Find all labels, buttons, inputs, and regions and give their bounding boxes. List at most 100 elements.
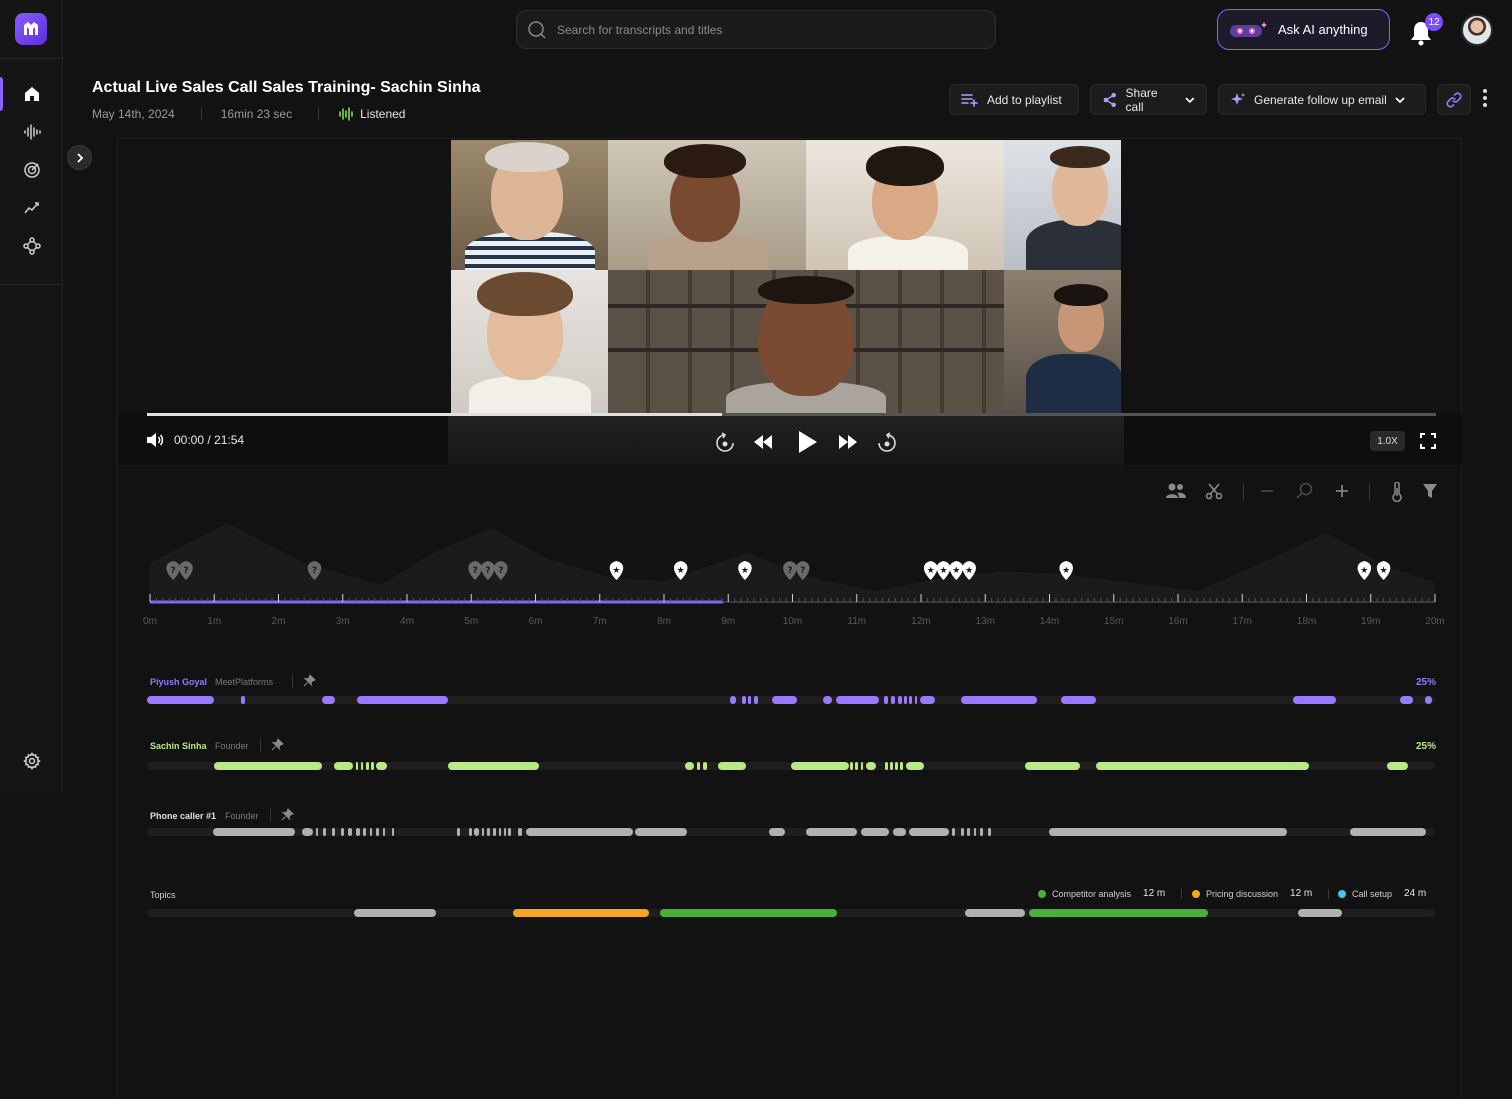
talk-segment[interactable] (333, 762, 354, 770)
topic-legend-item[interactable]: Call setup 24 m (1338, 888, 1426, 899)
talk-segment[interactable] (1096, 762, 1309, 770)
thermometer-icon[interactable] (1390, 482, 1404, 502)
talk-segment[interactable] (147, 696, 214, 704)
topic-legend-item[interactable]: Pricing discussion 12 m (1192, 888, 1330, 899)
talk-segment[interactable] (213, 762, 323, 770)
sidebar-item-home[interactable] (0, 75, 63, 113)
talk-segment[interactable] (771, 696, 798, 704)
talk-segment[interactable] (356, 696, 449, 704)
ask-ai-button[interactable]: Ask AI anything (1217, 9, 1390, 50)
talk-segment[interactable] (507, 828, 512, 836)
topic-segment[interactable] (964, 909, 1026, 917)
talk-segment[interactable] (355, 762, 359, 770)
talk-segment[interactable] (448, 762, 539, 770)
talk-segment[interactable] (341, 828, 345, 836)
talk-segment[interactable] (823, 696, 833, 704)
talk-segment[interactable] (717, 762, 746, 770)
forward-10-icon[interactable] (876, 432, 898, 454)
more-options-button[interactable] (1483, 89, 1487, 107)
talk-segment[interactable] (919, 696, 936, 704)
zoom-out-icon[interactable] (1260, 482, 1274, 500)
talk-segment[interactable] (376, 762, 387, 770)
talk-segment[interactable] (1293, 696, 1336, 704)
speaker-talk-track[interactable] (147, 696, 1435, 704)
talk-segment[interactable] (703, 762, 708, 770)
zoom-search-icon[interactable] (1296, 482, 1314, 500)
sidebar-item-goals[interactable] (0, 151, 63, 189)
talk-segment[interactable] (742, 696, 746, 704)
talk-segment[interactable] (904, 696, 907, 704)
talk-segment[interactable] (895, 762, 898, 770)
speaker-talk-track[interactable] (147, 828, 1435, 836)
talk-segment[interactable] (961, 828, 964, 836)
talk-segment[interactable] (503, 828, 507, 836)
talk-segment[interactable] (347, 828, 352, 836)
talk-segment[interactable] (481, 828, 485, 836)
talk-segment[interactable] (363, 828, 366, 836)
talk-segment[interactable] (487, 828, 490, 836)
talk-segment[interactable] (469, 828, 472, 836)
topic-segment[interactable] (354, 909, 436, 917)
talk-segment[interactable] (890, 762, 893, 770)
playback-speed-button[interactable]: 1.0X (1370, 431, 1405, 451)
topic-segment[interactable] (1029, 909, 1209, 917)
fast-backward-icon[interactable] (752, 434, 774, 450)
talk-segment[interactable] (1387, 762, 1408, 770)
talk-segment[interactable] (1061, 696, 1097, 704)
talk-segment[interactable] (905, 762, 924, 770)
topics-track[interactable] (147, 909, 1435, 917)
talk-segment[interactable] (360, 762, 364, 770)
talk-segment[interactable] (332, 828, 336, 836)
talk-segment[interactable] (769, 828, 785, 836)
talk-segment[interactable] (748, 696, 752, 704)
talk-segment[interactable] (961, 696, 1037, 704)
talk-segment[interactable] (493, 828, 497, 836)
talk-segment[interactable] (323, 828, 327, 836)
talk-segment[interactable] (883, 696, 888, 704)
talk-segment[interactable] (365, 762, 369, 770)
pin-icon[interactable] (281, 808, 294, 821)
talk-segment[interactable] (241, 696, 245, 704)
scissors-icon[interactable] (1205, 482, 1223, 500)
search-input[interactable]: Search for transcripts and titles (516, 10, 996, 49)
play-icon[interactable] (797, 429, 819, 455)
talk-segment[interactable] (301, 828, 314, 836)
talk-segment[interactable] (212, 828, 296, 836)
speaker-talk-track[interactable] (147, 762, 1435, 770)
talk-segment[interactable] (909, 696, 913, 704)
speakers-icon[interactable] (1165, 482, 1187, 500)
talk-segment[interactable] (791, 762, 849, 770)
video-player[interactable] (451, 140, 1121, 414)
pin-icon[interactable] (271, 738, 284, 751)
talk-segment[interactable] (753, 696, 758, 704)
talk-segment[interactable] (457, 828, 460, 836)
fast-forward-icon[interactable] (837, 434, 859, 450)
talk-segment[interactable] (900, 762, 904, 770)
talk-segment[interactable] (860, 762, 864, 770)
talk-segment[interactable] (891, 696, 896, 704)
talk-segment[interactable] (382, 828, 386, 836)
talk-segment[interactable] (885, 762, 888, 770)
talk-segment[interactable] (474, 828, 480, 836)
pin-icon[interactable] (303, 674, 316, 687)
sidebar-item-settings[interactable] (0, 742, 63, 780)
talk-segment[interactable] (696, 762, 700, 770)
talk-segment[interactable] (1424, 696, 1433, 704)
talk-segment[interactable] (973, 828, 977, 836)
sidebar-item-calls[interactable] (0, 113, 63, 151)
topic-segment[interactable] (1298, 909, 1343, 917)
talk-segment[interactable] (897, 696, 902, 704)
talk-segment[interactable] (525, 828, 633, 836)
user-avatar[interactable] (1461, 14, 1493, 46)
talk-segment[interactable] (635, 828, 687, 836)
sidebar-item-integrations[interactable] (0, 227, 63, 265)
talk-segment[interactable] (892, 828, 906, 836)
talk-segment[interactable] (1048, 828, 1287, 836)
talk-segment[interactable] (952, 828, 955, 836)
topic-segment[interactable] (659, 909, 838, 917)
talk-segment[interactable] (376, 828, 379, 836)
sidebar-item-analytics[interactable] (0, 189, 63, 227)
volume-icon[interactable] (146, 432, 164, 448)
talk-segment[interactable] (865, 762, 876, 770)
talk-segment[interactable] (498, 828, 502, 836)
